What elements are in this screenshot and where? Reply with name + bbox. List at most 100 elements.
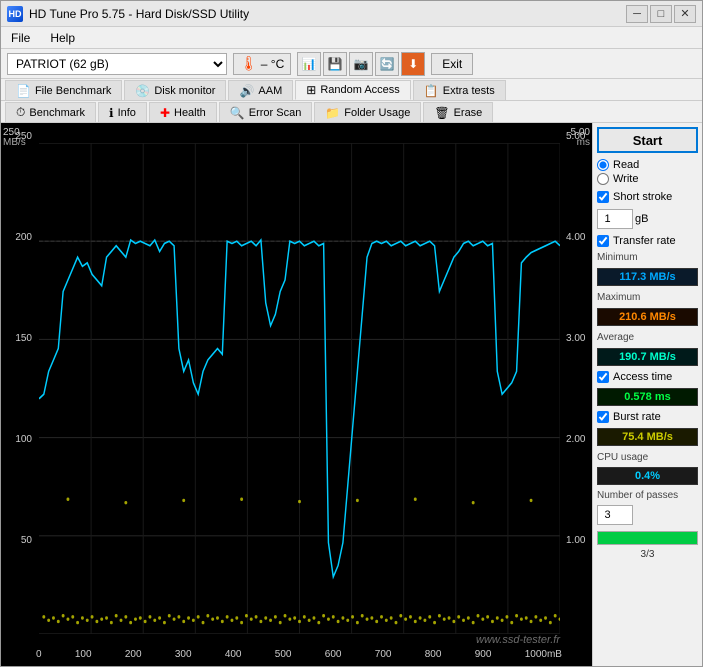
close-button[interactable]: ✕ [674,5,696,23]
menu-help[interactable]: Help [44,29,81,47]
tab-health[interactable]: ✚ Health [149,102,217,122]
toolbar-btn-4[interactable]: 🔄 [375,52,399,76]
passes-row [597,505,698,525]
file-benchmark-icon: 📄 [16,84,31,98]
toolbar-btn-2[interactable]: 💾 [323,52,347,76]
random-access-icon: ⊞ [306,83,316,97]
exit-button[interactable]: Exit [431,53,473,75]
disk-selector[interactable]: PATRIOT (62 gB) [7,53,227,75]
average-label: Average [597,332,698,343]
burst-rate-checkbox-label[interactable]: Burst rate [597,411,698,423]
tab-extra-tests[interactable]: 📋 Extra tests [413,80,506,100]
title-bar: HD HD Tune Pro 5.75 - Hard Disk/SSD Util… [1,1,702,27]
maximum-value: 210.6 MB/s [597,308,698,326]
progress-bar-fill [598,532,697,544]
x-0: 0 [36,649,42,660]
transfer-rate-checkbox[interactable] [597,235,609,247]
disk-monitor-icon: 💿 [135,84,150,98]
access-time-label: Access time [613,371,672,383]
x-800: 800 [425,649,442,660]
toolbar-icons: 📊 💾 📷 🔄 ⬇ [297,52,425,76]
menu-bar: File Help [1,27,702,49]
tab-aam[interactable]: 🔊 AAM [228,80,293,100]
tabs-row-1: 📄 File Benchmark 💿 Disk monitor 🔊 AAM ⊞ … [1,79,702,101]
stroke-spinner[interactable] [597,209,633,229]
toolbar-btn-5[interactable]: ⬇ [401,52,425,76]
short-stroke-checkbox-label[interactable]: Short stroke [597,191,698,203]
access-time-checkbox[interactable] [597,371,609,383]
y-right-100: 1.00 [566,535,585,546]
x-300: 300 [175,649,192,660]
burst-rate-checkbox[interactable] [597,411,609,423]
toolbar: PATRIOT (62 gB) 🌡 – °C 📊 💾 📷 🔄 ⬇ Exit [1,49,702,79]
tab-file-benchmark-label: File Benchmark [35,85,111,97]
passes-spinner[interactable] [597,505,633,525]
tab-folder-usage-label: Folder Usage [344,107,410,119]
y-right-500: 5.00 [566,131,585,142]
cpu-usage-value: 0.4% [597,467,698,485]
tab-info[interactable]: ℹ Info [98,102,147,122]
chart-area: 250 MB/s 5.00 ms [1,123,592,666]
window-title: HD Tune Pro 5.75 - Hard Disk/SSD Utility [29,7,249,21]
write-radio-label[interactable]: Write [597,173,698,185]
y-right-300: 3.00 [566,333,585,344]
tab-error-scan[interactable]: 🔍 Error Scan [219,102,313,122]
content-area: 250 MB/s 5.00 ms [1,123,702,666]
cpu-usage-label: CPU usage [597,452,698,463]
toolbar-btn-1[interactable]: 📊 [297,52,321,76]
tab-aam-label: AAM [258,85,282,97]
app-icon: HD [7,6,23,22]
y-left-100: 100 [15,434,32,445]
tab-disk-monitor[interactable]: 💿 Disk monitor [124,80,226,100]
short-stroke-checkbox[interactable] [597,191,609,203]
tab-erase[interactable]: 🗑 Erase [423,102,493,122]
thermometer-icon: 🌡 [240,55,258,72]
tab-erase-label: Erase [454,107,483,119]
write-radio[interactable] [597,173,609,185]
temperature-display: 🌡 – °C [233,53,291,75]
temperature-value: – °C [261,57,284,71]
x-500: 500 [275,649,292,660]
tab-random-access-label: Random Access [320,84,399,96]
read-label: Read [613,159,639,171]
tab-file-benchmark[interactable]: 📄 File Benchmark [5,80,122,100]
tab-benchmark[interactable]: ⏱ Benchmark [5,102,96,122]
y-left-50: 50 [21,535,32,546]
read-write-group: Read Write [597,159,698,185]
tab-folder-usage[interactable]: 📁 Folder Usage [314,102,421,122]
y-axis-left: 250 200 150 100 50 [1,131,36,636]
progress-bar-container [597,531,698,545]
tab-info-label: Info [118,107,136,119]
start-button[interactable]: Start [597,127,698,153]
menu-file[interactable]: File [5,29,36,47]
title-bar-left: HD HD Tune Pro 5.75 - Hard Disk/SSD Util… [7,6,249,22]
extra-tests-icon: 📋 [424,84,439,98]
access-time-checkbox-label[interactable]: Access time [597,371,698,383]
y-left-150: 150 [15,333,32,344]
toolbar-btn-3[interactable]: 📷 [349,52,373,76]
write-label: Write [613,173,638,185]
burst-rate-value: 75.4 MB/s [597,428,698,446]
tab-benchmark-label: Benchmark [29,107,85,119]
stroke-unit: gB [635,213,648,225]
read-radio-label[interactable]: Read [597,159,698,171]
tab-extra-tests-label: Extra tests [443,85,495,97]
sidebar: Start Read Write Short stroke gB [592,123,702,666]
y-axis-right: 5.00 4.00 3.00 2.00 1.00 [562,131,592,636]
x-600: 600 [325,649,342,660]
transfer-rate-label: Transfer rate [613,235,676,247]
progress-text: 3/3 [597,549,698,560]
transfer-rate-checkbox-label[interactable]: Transfer rate [597,235,698,247]
minimize-button[interactable]: ─ [626,5,648,23]
tab-random-access[interactable]: ⊞ Random Access [295,80,411,100]
tabs-row-2: ⏱ Benchmark ℹ Info ✚ Health 🔍 Error Scan… [1,101,702,123]
info-icon: ℹ [109,106,114,120]
x-400: 400 [225,649,242,660]
maximum-label: Maximum [597,292,698,303]
maximize-button[interactable]: □ [650,5,672,23]
x-200: 200 [125,649,142,660]
y-left-250: 250 [15,131,32,142]
stroke-spin-row: gB [597,209,698,229]
read-radio[interactable] [597,159,609,171]
tab-disk-monitor-label: Disk monitor [154,85,215,97]
